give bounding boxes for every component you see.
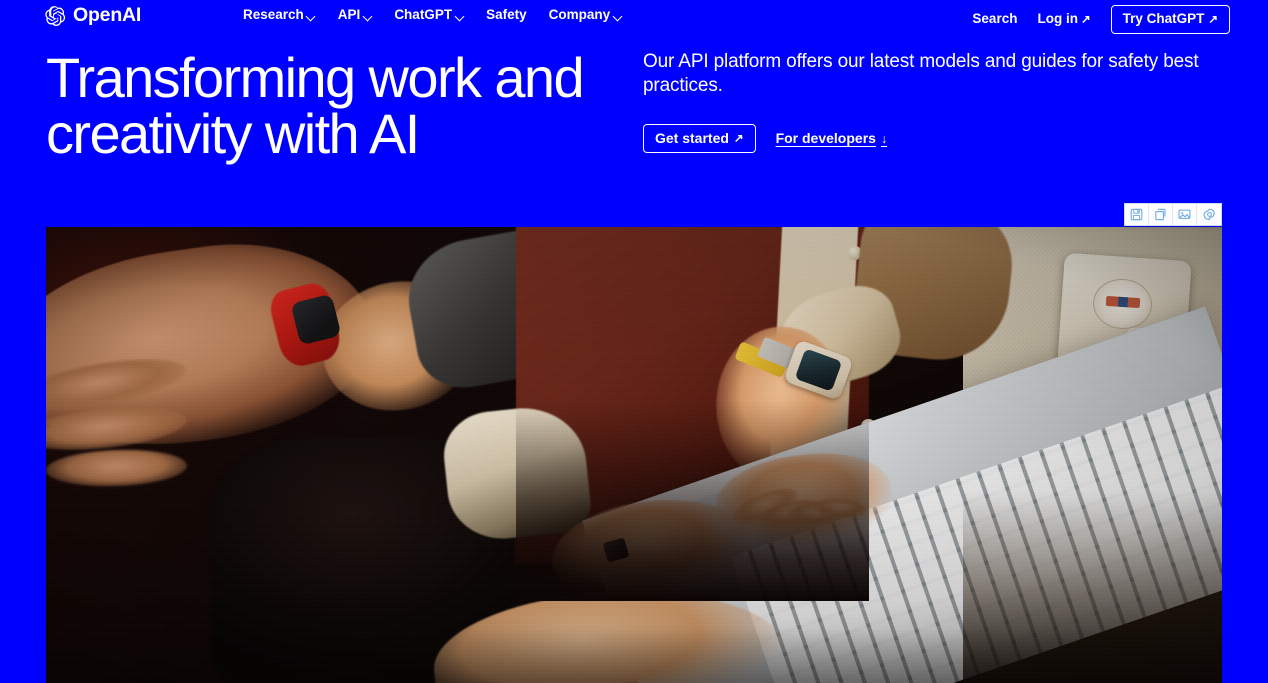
nav-item-chatgpt[interactable]: ChatGPT xyxy=(394,7,464,23)
chevron-down-icon xyxy=(455,12,464,21)
hero-section: Transforming work and creativity with AI… xyxy=(0,40,1268,208)
save-icon xyxy=(1130,208,1143,221)
save-button[interactable] xyxy=(1125,204,1149,225)
copy-button[interactable] xyxy=(1149,204,1173,225)
primary-nav-menu: Research API ChatGPT Safety Company xyxy=(243,7,622,23)
page-title-line-1: Transforming work and xyxy=(46,46,585,109)
get-started-button[interactable]: Get started ↗ xyxy=(643,123,756,154)
brand-name-text: OpenAI xyxy=(73,4,142,27)
image-toolbar xyxy=(1124,203,1222,226)
nav-item-safety-label: Safety xyxy=(486,7,527,22)
nav-item-chatgpt-label: ChatGPT xyxy=(394,7,453,22)
page-root: OpenAI Research API ChatGPT Safety Compa… xyxy=(0,0,1268,683)
search-button-label: Search xyxy=(972,11,1018,27)
for-developers-link-label: For developers xyxy=(775,130,876,147)
chevron-down-icon xyxy=(613,12,622,21)
photo-couch-shadow xyxy=(963,491,1222,683)
settings-button[interactable] xyxy=(1197,204,1221,225)
settings-icon xyxy=(1202,208,1216,221)
nav-item-research-label: Research xyxy=(243,7,304,22)
try-chatgpt-button[interactable]: Try ChatGPT ↗ xyxy=(1110,5,1230,34)
arrow-down-icon: ↓ xyxy=(880,132,888,147)
search-button[interactable]: Search xyxy=(972,11,1017,27)
secondary-nav-menu: Search Log in ↗ Try ChatGPT ↗ xyxy=(972,5,1230,34)
nav-item-company-label: Company xyxy=(548,7,611,22)
hero-image[interactable] xyxy=(46,227,1222,683)
copy-icon xyxy=(1154,208,1167,221)
external-link-arrow-icon: ↗ xyxy=(1080,13,1091,26)
external-link-arrow-icon: ↗ xyxy=(733,133,744,146)
hero-action-group: Get started ↗ For developers ↓ xyxy=(643,123,1223,154)
hero-subtitle: Our API platform offers our latest model… xyxy=(643,51,1199,97)
page-title-line-2: creativity with AI xyxy=(46,102,420,165)
nav-item-safety[interactable]: Safety xyxy=(486,7,527,23)
chevron-down-icon xyxy=(307,12,316,21)
external-link-arrow-icon: ↗ xyxy=(1208,13,1218,26)
hero-right-column: Our API platform offers our latest model… xyxy=(643,50,1223,154)
nav-item-research[interactable]: Research xyxy=(243,7,316,23)
page-title: Transforming work and creativity with AI xyxy=(46,50,646,162)
photo-shirt-shadow xyxy=(516,400,870,601)
hero-photo-canvas xyxy=(46,227,1222,683)
for-developers-link[interactable]: For developers ↓ xyxy=(776,130,888,147)
image-icon xyxy=(1178,208,1191,221)
nav-item-company[interactable]: Company xyxy=(549,7,623,23)
nav-item-api[interactable]: API xyxy=(338,7,373,23)
openai-logomark-icon xyxy=(44,5,66,27)
login-link-label: Log in xyxy=(1037,11,1078,27)
chevron-down-icon xyxy=(363,12,372,21)
open-image-button[interactable] xyxy=(1173,204,1197,225)
login-link[interactable]: Log in ↗ xyxy=(1037,11,1090,27)
get-started-button-label: Get started xyxy=(655,129,729,146)
brand-logo-link[interactable]: OpenAI xyxy=(44,5,141,27)
try-chatgpt-button-label: Try ChatGPT xyxy=(1122,11,1205,26)
top-navigation-bar: OpenAI Research API ChatGPT Safety Compa… xyxy=(0,0,1268,34)
nav-item-api-label: API xyxy=(337,7,361,22)
